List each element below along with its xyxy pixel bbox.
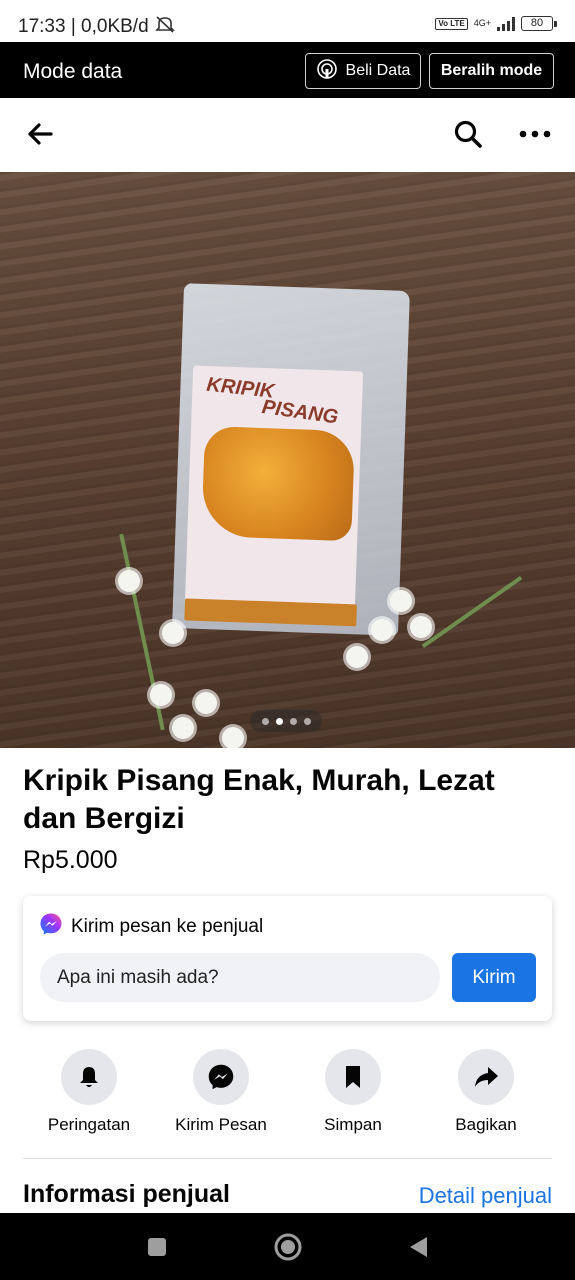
flower [162, 622, 184, 644]
system-navigation-bar [0, 1213, 575, 1280]
brand-text: PISANG [260, 396, 340, 429]
send-button[interactable]: Kirim [452, 953, 536, 1002]
messenger-icon[interactable] [193, 1049, 249, 1105]
plant-stem [421, 575, 523, 649]
flower [346, 646, 368, 668]
flower [390, 590, 412, 612]
switch-mode-label: Beralih mode [440, 62, 543, 79]
back-arrow-icon[interactable] [20, 116, 60, 152]
action-label: Peringatan [47, 1115, 131, 1134]
volte-indicator: Vo LTE [435, 17, 468, 30]
product-title: Kripik Pisang Enak, Murah, Lezat dan Ber… [23, 764, 495, 835]
message-card-heading: Kirim pesan ke penjual [71, 916, 264, 937]
recents-icon[interactable] [137, 1213, 177, 1280]
flower [222, 727, 244, 748]
data-mode-bar: Mode data Beli Data Beralih mode [0, 42, 575, 98]
network-type: 4G+ [473, 18, 491, 28]
action-row: Peringatan Kirim Pesan Simpan Bagikan [0, 1049, 575, 1149]
seller-info-heading: Informasi penjual [23, 1180, 230, 1208]
chips-image [201, 425, 356, 542]
bell-icon[interactable] [61, 1049, 117, 1105]
messenger-icon [39, 912, 63, 942]
back-icon[interactable] [398, 1213, 438, 1280]
broadcast-icon [316, 58, 338, 85]
chips-package: KRIPIK PISANG [172, 283, 410, 636]
action-label: Kirim Pesan [175, 1115, 267, 1134]
share-icon[interactable] [458, 1049, 514, 1105]
package-label: KRIPIK PISANG [184, 365, 364, 612]
switch-mode-button[interactable]: Beralih mode [429, 53, 554, 89]
bookmark-icon[interactable] [325, 1049, 381, 1105]
status-time: 17:33 | 0,0KB/d [18, 16, 149, 37]
flower [410, 616, 432, 638]
alert-action[interactable]: Peringatan [24, 1049, 154, 1135]
carousel-dot-active[interactable] [275, 717, 283, 725]
package-bottom [184, 598, 357, 627]
status-bar: 17:33 | 0,0KB/d Vo LTE 4G+ 80 [0, 0, 575, 42]
send-message-action[interactable]: Kirim Pesan [156, 1049, 286, 1135]
product-photo[interactable]: KRIPIK PISANG [0, 172, 575, 748]
message-input[interactable]: Apa ini masih ada? [40, 953, 440, 1002]
battery-icon: 80 [521, 16, 557, 31]
seller-detail-link[interactable]: Detail penjual [419, 1183, 552, 1209]
carousel-dot[interactable] [303, 717, 311, 725]
share-action[interactable]: Bagikan [421, 1049, 551, 1135]
flower [172, 717, 194, 739]
message-seller-card: Kirim pesan ke penjual Apa ini masih ada… [23, 896, 552, 1021]
carousel-indicator[interactable] [250, 710, 322, 732]
product-price: Rp5.000 [23, 846, 118, 874]
action-label: Bagikan [455, 1115, 517, 1134]
divider [23, 1158, 552, 1159]
mode-title: Mode data [23, 60, 123, 83]
search-icon[interactable] [448, 114, 488, 154]
more-icon[interactable] [514, 116, 556, 152]
carousel-dot[interactable] [261, 717, 269, 725]
flower [371, 619, 393, 641]
action-label: Simpan [324, 1115, 382, 1134]
flower [195, 692, 217, 714]
buy-data-button[interactable]: Beli Data [305, 53, 421, 89]
signal-icon [497, 16, 515, 31]
flower [118, 570, 140, 592]
home-icon[interactable] [266, 1213, 310, 1280]
mute-icon [154, 15, 175, 39]
save-action[interactable]: Simpan [288, 1049, 418, 1135]
carousel-dot[interactable] [289, 717, 297, 725]
buy-data-label: Beli Data [345, 62, 411, 79]
top-navigation [0, 98, 575, 172]
flower [150, 684, 172, 706]
